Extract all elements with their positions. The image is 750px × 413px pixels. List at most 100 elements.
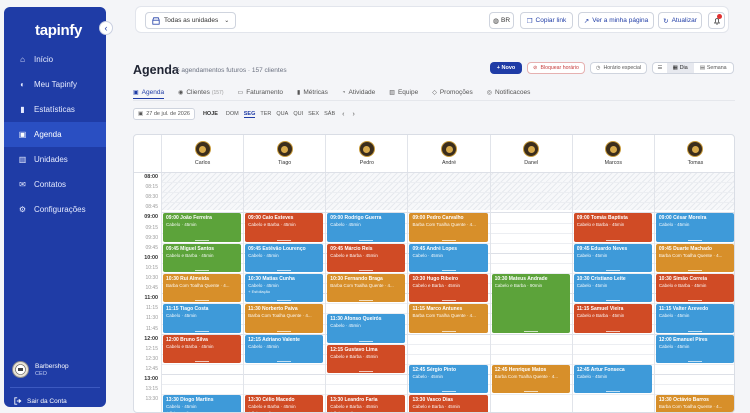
resize-handle[interactable] [441, 239, 456, 241]
appointment-card[interactable]: 09:00 Rodrigo Guerra Cabelo · 45min [327, 213, 406, 242]
resize-handle[interactable] [441, 391, 456, 393]
appointment-card[interactable]: 09:45 Eduardo Neves Cabelo · 45min [573, 243, 652, 272]
sidebar-item-contatos[interactable]: ✉ Contatos [4, 172, 106, 197]
resize-handle[interactable] [605, 330, 620, 332]
tab-clientes[interactable]: ◉ Clientes (157) [178, 86, 223, 99]
weekday-qua[interactable]: QUA [276, 111, 288, 118]
appointment-card[interactable]: 10:30 Cristiano Leite Cabelo · 45min [573, 274, 652, 303]
notifications-button[interactable] [708, 12, 725, 29]
week-view-button[interactable]: ▤ Semana [694, 63, 734, 73]
resize-handle[interactable] [195, 330, 210, 332]
resize-handle[interactable] [687, 300, 702, 302]
unit-select[interactable]: Todas as unidades ⌄ [145, 12, 237, 29]
appointment-card[interactable]: 09:00 João Ferreira Cabelo · 45min [163, 213, 242, 242]
appointment-card[interactable]: 11:15 Valter Azevedo Cabelo · 45min [655, 304, 734, 333]
list-view-button[interactable]: ☰ [653, 63, 667, 73]
resize-handle[interactable] [277, 269, 292, 271]
tab-promoes[interactable]: ◇ Promoções [432, 86, 473, 99]
block-time-button[interactable]: ⊘ Bloquear horário [527, 62, 585, 74]
resize-handle[interactable] [277, 330, 292, 332]
appointment-card[interactable]: 13:30 Vasco Dias Cabelo e Barba · 45min [409, 395, 488, 412]
resize-handle[interactable] [277, 360, 292, 362]
resize-handle[interactable] [359, 340, 374, 342]
weekday-sex[interactable]: SEX [308, 111, 319, 118]
appointment-card[interactable]: 12:00 Emanuel Pires Cabelo · 45min [655, 334, 734, 363]
appointment-card[interactable]: 13:30 Leandro Faria Cabelo e Barba · 45mi… [327, 395, 406, 412]
appointment-card[interactable]: 10:30 Fernando Braga Barba Com Toalha Que… [327, 274, 406, 303]
weekday-qui[interactable]: QUI [293, 111, 303, 118]
appointment-card[interactable]: 09:00 Tomás Baptista Cabelo e Barba · 45m… [573, 213, 652, 242]
tab-atividade[interactable]: ◔ Atividade [342, 86, 375, 99]
appointment-card[interactable]: 11:30 Afonso Queirós Cabelo · 45min [327, 314, 406, 343]
date-picker[interactable]: ▣ 27 de jul. de 2026 [133, 108, 195, 120]
sidebar-item-agenda[interactable]: ▣ Agenda [4, 122, 106, 147]
appointment-card[interactable]: 10:30 Simão Correia Cabelo e Barba · 45mi… [655, 274, 734, 303]
day-view-button[interactable]: ▦ Dia [666, 63, 694, 73]
sidebar-item-unidades[interactable]: ▥ Unidades [4, 147, 106, 172]
appointment-card[interactable]: 12:45 Sérgio Pinto Cabelo · 45min [409, 364, 488, 394]
refresh-button[interactable]: ↻ Atualizar [658, 12, 702, 29]
special-hours-button[interactable]: ◷ Horário especial [590, 62, 647, 74]
appointment-card[interactable]: 09:00 Pedro Carvalho Barba Com Toalha Que… [409, 213, 488, 242]
resize-handle[interactable] [277, 300, 292, 302]
resize-handle[interactable] [605, 391, 620, 393]
weekday-seg[interactable]: SEG [243, 111, 256, 118]
appointment-card[interactable]: 10:30 Rui Almeida Barba Com Toalha Quente… [163, 274, 242, 303]
new-appointment-button[interactable]: + Novo [490, 62, 522, 74]
sidebar-item-meutapinfy[interactable]: ◐ Meu Tapinfy [4, 72, 106, 97]
appointment-card[interactable]: 09:00 Caio Esteves Cabelo e Barba · 45min [245, 213, 324, 242]
appointment-card[interactable]: 11:15 Samuel Vieira Cabelo e Barba · 45mi… [573, 304, 652, 333]
logout-link[interactable]: Sair da Conta [14, 397, 67, 405]
collapse-sidebar-button[interactable]: ‹ [99, 21, 113, 35]
appointment-card[interactable]: 11:30 Norberto Paiva Barba Com Toalha Que… [245, 304, 324, 333]
appointment-card[interactable]: 13:30 Octávio Barros Barba Com Toalha Que… [655, 395, 734, 412]
appointment-card[interactable]: 09:45 Márcio Reis Cabelo e Barba · 45min [327, 243, 406, 272]
appointment-card[interactable]: 13:30 Célio Macedo Cabelo e Barba · 45min… [245, 395, 324, 412]
tab-mtricas[interactable]: ▮ Métricas [297, 86, 328, 99]
resize-handle[interactable] [195, 300, 210, 302]
next-day-arrow-icon[interactable]: › [352, 111, 354, 118]
weekday-sáb[interactable]: SÁB [324, 111, 335, 118]
resize-handle[interactable] [605, 300, 620, 302]
appointment-card[interactable]: 12:45 Henrique Matos Barba Com Toalha Que… [491, 364, 570, 394]
resize-handle[interactable] [195, 239, 210, 241]
sidebar-item-estatsticas[interactable]: ▮ Estatísticas [4, 97, 106, 122]
resize-handle[interactable] [687, 239, 702, 241]
appointment-card[interactable]: 11:15 Marco Antunes Barba Com Toalha Quen… [409, 304, 488, 333]
today-button[interactable]: HOJE [203, 111, 218, 117]
resize-handle[interactable] [359, 239, 374, 241]
appointment-card[interactable]: 12:15 Adriano Valente Cabelo · 45min [245, 334, 324, 363]
resize-handle[interactable] [441, 330, 456, 332]
resize-handle[interactable] [687, 360, 702, 362]
appointment-card[interactable]: 12:45 Artur Fonseca Cabelo · 45min [573, 364, 652, 394]
resize-handle[interactable] [441, 269, 456, 271]
sidebar-item-configuraes[interactable]: ⚙ Configurações [4, 197, 106, 222]
tab-faturamento[interactable]: ▭ Faturamento [238, 86, 284, 99]
appointment-card[interactable]: 10:30 Hugo Ribeiro Cabelo e Barba · 45min [409, 274, 488, 303]
resize-handle[interactable] [523, 330, 538, 332]
view-page-button[interactable]: ↗ Ver a minha página [578, 12, 654, 29]
tab-notificacoes[interactable]: ◎ Notificacoes [487, 86, 531, 99]
appointment-card[interactable]: 12:15 Gustavo Lima Cabelo e Barba · 45min [327, 344, 406, 373]
language-button[interactable]: ◍ BR [489, 12, 514, 29]
appointment-card[interactable]: 10:30 Matias Cunha Cabelo · 45min + Esfoli… [245, 274, 324, 303]
appointment-card[interactable]: 10:30 Mateus Andrade Cabelo e Barba · 90m… [491, 274, 570, 333]
tab-agenda[interactable]: ▣ Agenda [133, 86, 165, 99]
weekday-ter[interactable]: TER [260, 111, 271, 118]
resize-handle[interactable] [195, 269, 210, 271]
resize-handle[interactable] [605, 269, 620, 271]
resize-handle[interactable] [359, 370, 374, 372]
tab-equipe[interactable]: ▥ Equipe [389, 86, 418, 99]
resize-handle[interactable] [523, 391, 538, 393]
user-profile[interactable]: Barbershop CEO [12, 361, 69, 378]
resize-handle[interactable] [277, 239, 292, 241]
appointment-card[interactable]: 09:45 Miguel Santos Cabelo e Barba · 45mi… [163, 243, 242, 272]
appointment-card[interactable]: 11:15 Tiago Costa Cabelo · 45min [163, 304, 242, 333]
resize-handle[interactable] [687, 269, 702, 271]
weekday-dom[interactable]: DOM [226, 111, 239, 118]
sidebar-item-incio[interactable]: ⌂ Início [4, 47, 106, 72]
resize-handle[interactable] [441, 300, 456, 302]
resize-handle[interactable] [687, 330, 702, 332]
appointment-card[interactable]: 13:30 Diogo Martins Cabelo · 45min + Sobra… [163, 395, 242, 412]
resize-handle[interactable] [359, 300, 374, 302]
